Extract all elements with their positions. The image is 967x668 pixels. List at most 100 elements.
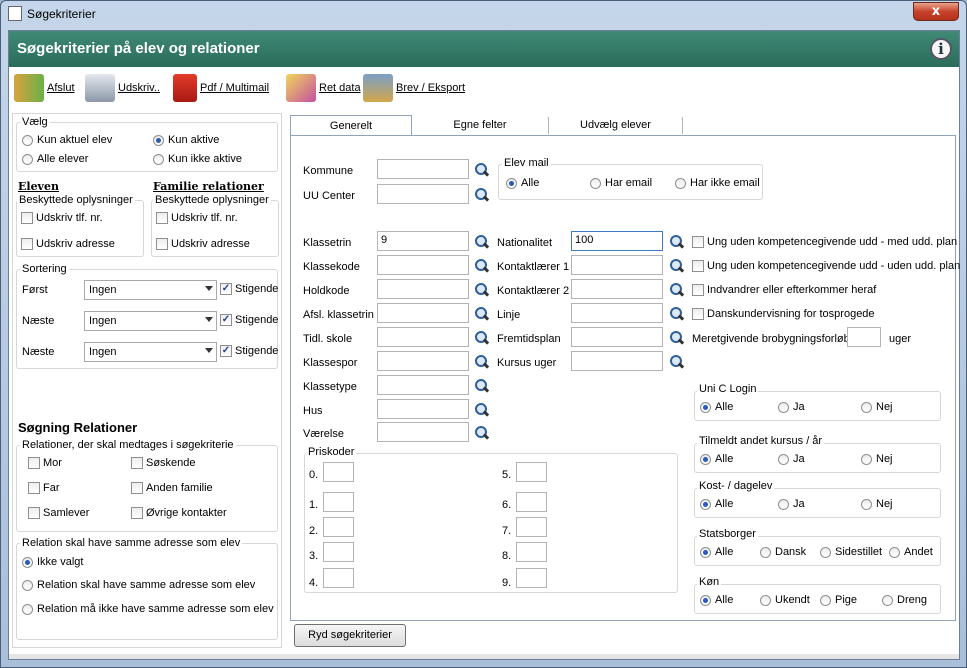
radio-tilmeldt-alle[interactable]: Alle xyxy=(700,453,733,465)
search-icon[interactable] xyxy=(474,402,490,418)
familie-udskriv-tlf[interactable]: Udskriv tlf. nr. xyxy=(156,212,238,224)
sort-select-2[interactable]: Ingen xyxy=(84,311,217,331)
radio-alle-elever[interactable]: Alle elever xyxy=(22,153,88,165)
chk-danskundervisning[interactable]: Danskundervisning for tosprogede xyxy=(692,308,875,320)
klassespor-input[interactable] xyxy=(377,351,469,371)
sort-stigende-1[interactable]: ✓ Stigende xyxy=(220,283,278,295)
kontaktlaerer1-input[interactable] xyxy=(571,255,663,275)
sort-select-3[interactable]: Ingen xyxy=(84,342,217,362)
rel-samlever[interactable]: Samlever xyxy=(28,507,89,519)
search-icon[interactable] xyxy=(474,187,490,203)
fremtidsplan-input[interactable] xyxy=(571,327,663,347)
pris-input-0[interactable] xyxy=(323,462,354,482)
chk-ung-med-plan[interactable]: Ung uden kompetencegivende udd - med udd… xyxy=(692,236,957,248)
search-icon[interactable] xyxy=(669,306,685,322)
radio-tilmeldt-ja[interactable]: Ja xyxy=(778,453,805,465)
radio-kun-aktive[interactable]: Kun aktive xyxy=(153,134,219,146)
search-icon[interactable] xyxy=(669,330,685,346)
radio-unic-ja[interactable]: Ja xyxy=(778,401,805,413)
search-icon[interactable] xyxy=(474,330,490,346)
rel-anden-familie[interactable]: Anden familie xyxy=(131,482,213,494)
radio-stats-sidestillet[interactable]: Sidestillet xyxy=(820,546,882,558)
eleven-udskriv-adresse[interactable]: Udskriv adresse xyxy=(21,238,115,250)
klassetype-input[interactable] xyxy=(377,375,469,395)
rel-mor[interactable]: Mor xyxy=(28,457,62,469)
search-icon[interactable] xyxy=(474,162,490,178)
nationalitet-input[interactable]: 100 xyxy=(571,231,663,251)
vaerelse-input[interactable] xyxy=(377,422,469,442)
familie-udskriv-adresse[interactable]: Udskriv adresse xyxy=(156,238,250,250)
kommune-input[interactable] xyxy=(377,159,469,179)
klassekode-input[interactable] xyxy=(377,255,469,275)
hus-input[interactable] xyxy=(377,399,469,419)
radio-har-ikke-email[interactable]: Har ikke email xyxy=(675,177,760,189)
sort-stigende-3[interactable]: ✓ Stigende xyxy=(220,345,278,357)
pris-input-7[interactable] xyxy=(516,517,547,537)
search-icon[interactable] xyxy=(669,282,685,298)
tidl-skole-input[interactable] xyxy=(377,327,469,347)
pris-input-5[interactable] xyxy=(516,462,547,482)
radio-stats-andet[interactable]: Andet xyxy=(889,546,933,558)
ret-data-button[interactable]: Ret data xyxy=(286,73,361,103)
radio-kost-ja[interactable]: Ja xyxy=(778,498,805,510)
afslut-button[interactable]: Afslut xyxy=(14,73,75,103)
radio-unic-alle[interactable]: Alle xyxy=(700,401,733,413)
linje-input[interactable] xyxy=(571,303,663,323)
pris-input-1[interactable] xyxy=(323,492,354,512)
search-icon[interactable] xyxy=(474,282,490,298)
radio-kost-nej[interactable]: Nej xyxy=(861,498,893,510)
rel-ovrige[interactable]: Øvrige kontakter xyxy=(131,507,227,519)
radio-samme-adresse[interactable]: Relation skal have samme adresse som ele… xyxy=(22,579,255,591)
radio-unic-nej[interactable]: Nej xyxy=(861,401,893,413)
search-icon[interactable] xyxy=(669,234,685,250)
search-icon[interactable] xyxy=(474,378,490,394)
radio-kon-alle[interactable]: Alle xyxy=(700,594,733,606)
brev-eksport-button[interactable]: Brev / Eksport xyxy=(363,73,465,103)
tab-egne-felter[interactable]: Egne felter xyxy=(412,115,548,136)
radio-kon-ukendt[interactable]: Ukendt xyxy=(760,594,810,606)
radio-har-email[interactable]: Har email xyxy=(590,177,652,189)
tab-generelt[interactable]: Generelt xyxy=(290,115,412,136)
eleven-udskriv-tlf[interactable]: Udskriv tlf. nr. xyxy=(21,212,103,224)
search-icon[interactable] xyxy=(474,306,490,322)
search-icon[interactable] xyxy=(474,354,490,370)
klassetrin-input[interactable]: 9 xyxy=(377,231,469,251)
radio-kon-dreng[interactable]: Dreng xyxy=(882,594,927,606)
pris-input-9[interactable] xyxy=(516,568,547,588)
pris-input-6[interactable] xyxy=(516,492,547,512)
radio-ikke-valgt[interactable]: Ikke valgt xyxy=(22,556,83,568)
chk-ung-uden-plan[interactable]: Ung uden kompetencegivende udd - uden ud… xyxy=(692,260,960,272)
radio-kun-aktuel[interactable]: Kun aktuel elev xyxy=(22,134,112,146)
search-icon[interactable] xyxy=(474,258,490,274)
afsl-klassetrin-input[interactable] xyxy=(377,303,469,323)
radio-tilmeldt-nej[interactable]: Nej xyxy=(861,453,893,465)
close-button[interactable]: x xyxy=(913,2,959,21)
pdf-multimail-button[interactable]: Pdf / Multimail xyxy=(173,73,269,103)
search-icon[interactable] xyxy=(474,234,490,250)
udskriv-button[interactable]: Udskriv.. xyxy=(85,73,160,103)
holdkode-input[interactable] xyxy=(377,279,469,299)
radio-mail-alle[interactable]: Alle xyxy=(506,177,539,189)
uu-center-input[interactable] xyxy=(377,184,469,204)
pris-input-2[interactable] xyxy=(323,517,354,537)
ryd-soegekriterier-button[interactable]: Ryd søgekriterier xyxy=(294,624,406,647)
info-icon[interactable]: i xyxy=(930,38,952,60)
radio-stats-alle[interactable]: Alle xyxy=(700,546,733,558)
tab-udvaelg-elever[interactable]: Udvælg elever xyxy=(548,115,683,136)
rel-soskende[interactable]: Søskende xyxy=(131,457,196,469)
rel-far[interactable]: Far xyxy=(28,482,60,494)
pris-input-3[interactable] xyxy=(323,542,354,562)
pris-input-8[interactable] xyxy=(516,542,547,562)
kursus-uger-input[interactable] xyxy=(571,351,663,371)
radio-kon-pige[interactable]: Pige xyxy=(820,594,857,606)
kontaktlaerer2-input[interactable] xyxy=(571,279,663,299)
sort-stigende-2[interactable]: ✓ Stigende xyxy=(220,314,278,326)
radio-ikke-samme-adresse[interactable]: Relation må ikke have samme adresse som … xyxy=(22,603,274,615)
radio-stats-dansk[interactable]: Dansk xyxy=(760,546,806,558)
sort-select-1[interactable]: Ingen xyxy=(84,280,217,300)
meret-uger-input[interactable] xyxy=(847,327,881,347)
chk-indvandrer[interactable]: Indvandrer eller efterkommer heraf xyxy=(692,284,876,296)
search-icon[interactable] xyxy=(669,258,685,274)
radio-kun-ikke-aktive[interactable]: Kun ikke aktive xyxy=(153,153,242,165)
radio-kost-alle[interactable]: Alle xyxy=(700,498,733,510)
